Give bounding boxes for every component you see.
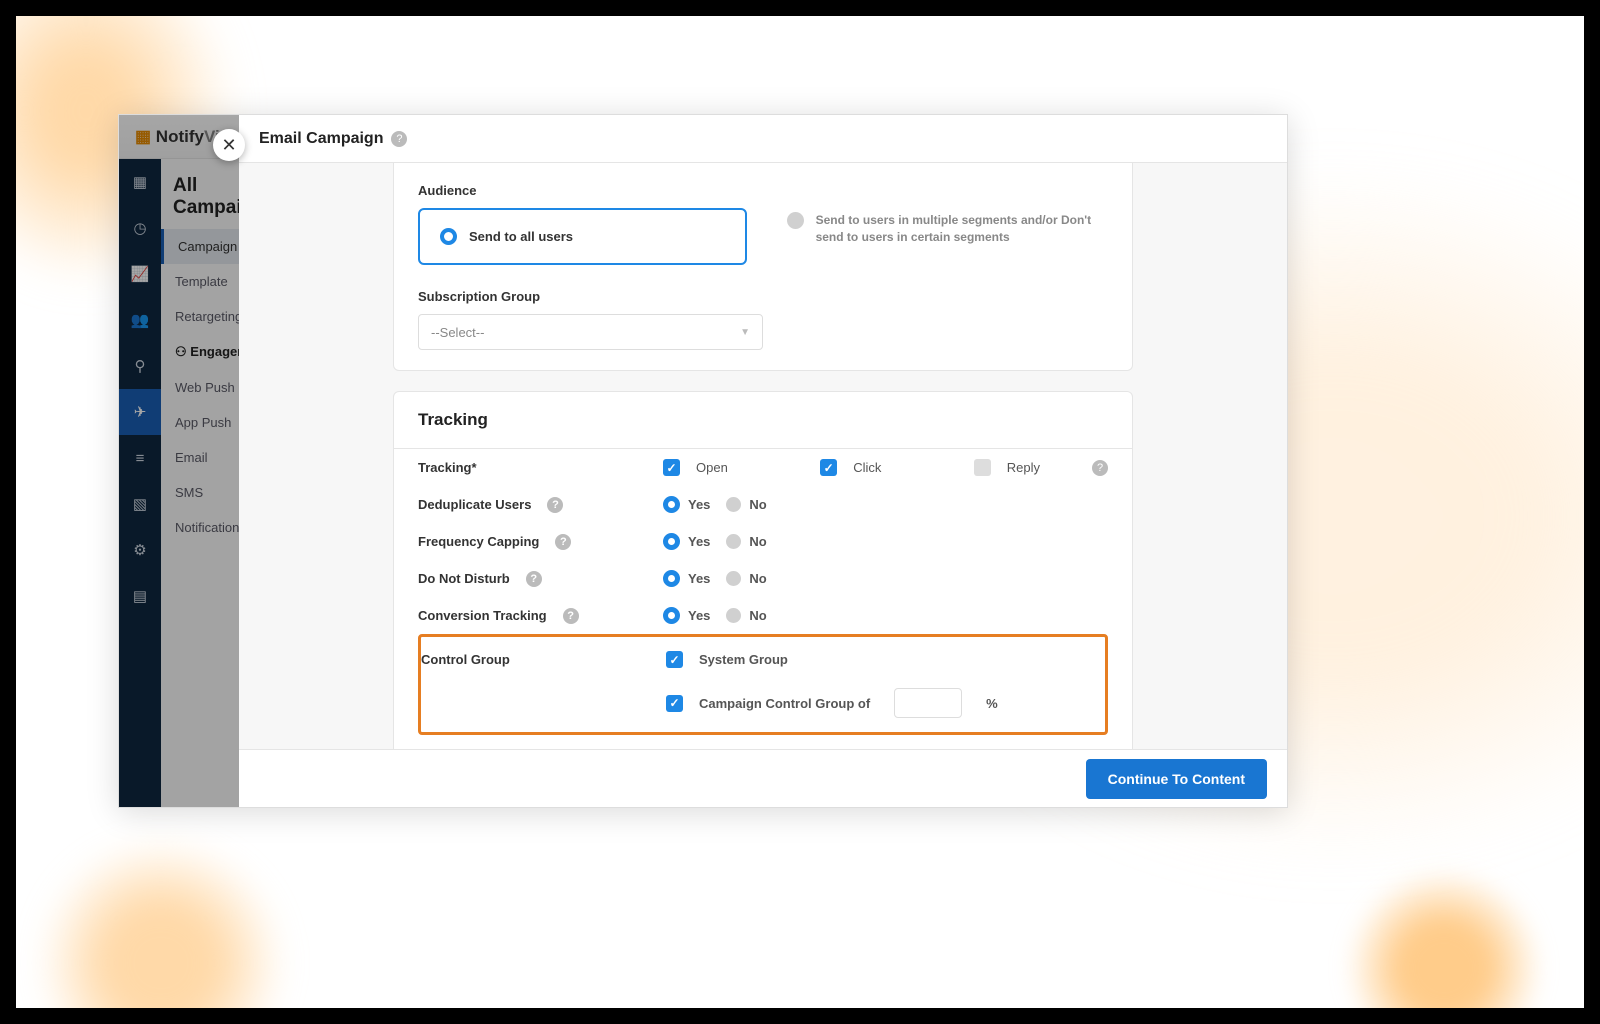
radio-freq-no[interactable] (726, 534, 741, 549)
radio-on-icon (440, 228, 457, 245)
radio-dedupe-no[interactable] (726, 497, 741, 512)
help-icon[interactable]: ? (391, 131, 407, 147)
audience-label: Audience (418, 183, 1108, 198)
radio-conv-no[interactable] (726, 608, 741, 623)
modal-header: Email Campaign ? (239, 115, 1287, 163)
dedupe-label: Deduplicate Users (418, 497, 531, 512)
help-icon[interactable]: ? (547, 497, 563, 513)
modal-body: Audience Send to all users Send to users… (239, 163, 1287, 749)
close-button[interactable]: ✕ (213, 129, 245, 161)
radio-dnd-yes[interactable] (663, 570, 680, 587)
bg-decor (1344, 868, 1544, 1008)
radio-freq-yes[interactable] (663, 533, 680, 550)
freqcap-label: Frequency Capping (418, 534, 539, 549)
control-label: Control Group (421, 652, 666, 667)
subscription-group-label: Subscription Group (418, 289, 1108, 304)
subscription-group-select[interactable]: --Select-- ▼ (418, 314, 763, 350)
radio-dnd-no[interactable] (726, 571, 741, 586)
tracking-label: Tracking* (418, 460, 663, 475)
help-icon[interactable]: ? (555, 534, 571, 550)
modal-title: Email Campaign (259, 130, 383, 148)
radio-dedupe-yes[interactable] (663, 496, 680, 513)
audience-card: Audience Send to all users Send to users… (393, 163, 1133, 371)
conv-label: Conversion Tracking (418, 608, 547, 623)
checkbox-click[interactable] (820, 459, 837, 476)
app-window: ▦ NotifyVisitors ▦ ◷ 📈 👥 ⚲ ✈ ≡ ▧ ⚙ ▤ All… (118, 114, 1288, 808)
checkbox-campaign-control[interactable] (666, 695, 683, 712)
help-icon[interactable]: ? (1092, 460, 1108, 476)
modal-footer: Continue To Content (239, 749, 1287, 807)
bg-decor (36, 838, 286, 1008)
continue-button[interactable]: Continue To Content (1086, 759, 1267, 799)
tracking-card: Tracking Tracking* Open Click Reply ? (393, 391, 1133, 749)
audience-option-all[interactable]: Send to all users (418, 208, 747, 265)
help-icon[interactable]: ? (526, 571, 542, 587)
control-percent-input[interactable] (894, 688, 962, 718)
checkbox-open[interactable] (663, 459, 680, 476)
checkbox-reply[interactable] (974, 459, 991, 476)
radio-conv-yes[interactable] (663, 607, 680, 624)
control-group-highlight: Control Group System Group Campaign Cont… (418, 634, 1108, 735)
dnd-label: Do Not Disturb (418, 571, 510, 586)
tracking-title: Tracking (394, 392, 1132, 449)
chevron-down-icon: ▼ (740, 327, 750, 338)
audience-option-segments[interactable]: Send to users in multiple segments and/o… (787, 208, 1108, 246)
email-campaign-modal: ✕ Email Campaign ? Audience Send to all … (239, 115, 1287, 807)
checkbox-system-group[interactable] (666, 651, 683, 668)
help-icon[interactable]: ? (563, 608, 579, 624)
radio-off-icon (787, 212, 804, 229)
